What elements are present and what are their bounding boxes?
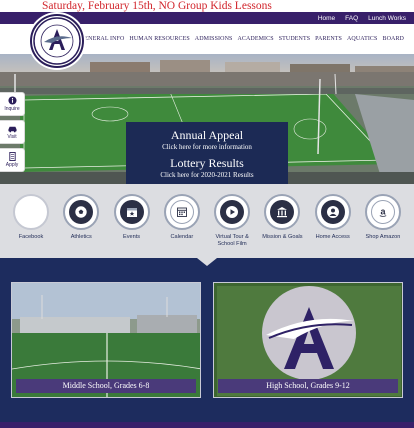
calendar-icon: [169, 200, 194, 224]
middle-school-caption[interactable]: Middle School, Grades 6-8: [16, 379, 196, 393]
section-notch: [197, 258, 217, 266]
footer-strip: [0, 422, 414, 428]
nav-admissions[interactable]: ADMISSIONS: [195, 36, 233, 42]
faq-link[interactable]: FAQ: [345, 15, 358, 22]
building-icon: [270, 200, 295, 224]
amazon-label: Shop Amazon: [365, 234, 401, 240]
virtual-tour-label: Virtual Tour & School Film: [215, 234, 249, 247]
info-icon: [7, 96, 17, 105]
nav-general-info[interactable]: GENERAL INFO: [80, 36, 124, 42]
announcement-banner[interactable]: Saturday, February 15th, NO Group Kids L…: [0, 0, 414, 12]
quick-link-athletics[interactable]: Athletics: [58, 194, 104, 254]
quick-link-events[interactable]: Events: [109, 194, 155, 254]
nav-students[interactable]: STUDENTS: [279, 36, 310, 42]
visit-label: Visit: [7, 134, 17, 140]
high-school-caption[interactable]: High School, Grades 9-12: [218, 379, 398, 393]
apply-button[interactable]: Apply: [0, 148, 25, 172]
events-label: Events: [123, 234, 141, 240]
quick-link-home-access[interactable]: Home Access: [310, 194, 356, 254]
car-icon: [7, 126, 17, 133]
calendar-label: Calendar: [170, 234, 194, 240]
lottery-results-title[interactable]: Lottery Results: [126, 156, 288, 170]
inquire-label: Inquire: [4, 106, 20, 112]
soccer-ball-icon: [69, 200, 94, 224]
quick-link-facebook[interactable]: Facebook: [8, 194, 54, 254]
home-access-label: Home Access: [315, 234, 350, 240]
quick-link-virtual-tour[interactable]: Virtual Tour & School Film: [209, 194, 255, 254]
main-nav: GENERAL INFO HUMAN RESOURCES ADMISSIONS …: [80, 34, 404, 44]
user-icon: [320, 200, 345, 224]
annual-appeal-link[interactable]: Click here for more information: [126, 142, 288, 152]
middle-school-card[interactable]: Middle School, Grades 6-8: [11, 282, 201, 398]
amazon-icon: a: [370, 200, 395, 224]
apply-label: Apply: [5, 162, 19, 168]
calendar-star-icon: [119, 200, 144, 224]
lottery-results-link[interactable]: Click here for 2020-2021 Results: [126, 170, 288, 180]
nav-parents[interactable]: PARENTS: [315, 36, 342, 42]
lunch-works-link[interactable]: Lunch Works: [368, 15, 406, 22]
schools-section: Middle School, Grades 6-8 High School, G…: [0, 258, 414, 422]
nav-human-resources[interactable]: HUMAN RESOURCES: [129, 36, 189, 42]
svg-text:a: a: [380, 207, 386, 217]
facebook-label: Facebook: [18, 234, 44, 240]
high-school-card[interactable]: High School, Grades 9-12: [213, 282, 403, 398]
visit-button[interactable]: Visit: [0, 120, 25, 144]
quick-link-mission[interactable]: Mission & Goals: [259, 194, 305, 254]
play-icon: [220, 200, 245, 224]
quick-link-amazon[interactable]: a Shop Amazon: [360, 194, 406, 254]
form-icon: [8, 152, 16, 161]
athletics-label: Athletics: [70, 234, 92, 240]
nav-board[interactable]: BOARD: [382, 36, 404, 42]
nav-academics[interactable]: ACADEMICS: [237, 36, 273, 42]
announcement-panel: Annual Appeal Click here for more inform…: [126, 122, 288, 184]
inquire-button[interactable]: Inquire: [0, 92, 25, 116]
quick-link-calendar[interactable]: Calendar: [159, 194, 205, 254]
home-link[interactable]: Home: [318, 15, 335, 22]
side-quick-buttons: Inquire Visit Apply: [0, 92, 25, 176]
facebook-icon: [19, 200, 43, 224]
nav-aquatics[interactable]: AQUATICS: [347, 36, 377, 42]
annual-appeal-title[interactable]: Annual Appeal: [126, 128, 288, 142]
school-logo[interactable]: [30, 14, 84, 68]
announcement-text[interactable]: Saturday, February 15th, NO Group Kids L…: [42, 0, 272, 12]
mission-label: Mission & Goals: [262, 234, 303, 240]
quick-links: Facebook Athletics Events Calendar Virtu…: [8, 194, 406, 254]
